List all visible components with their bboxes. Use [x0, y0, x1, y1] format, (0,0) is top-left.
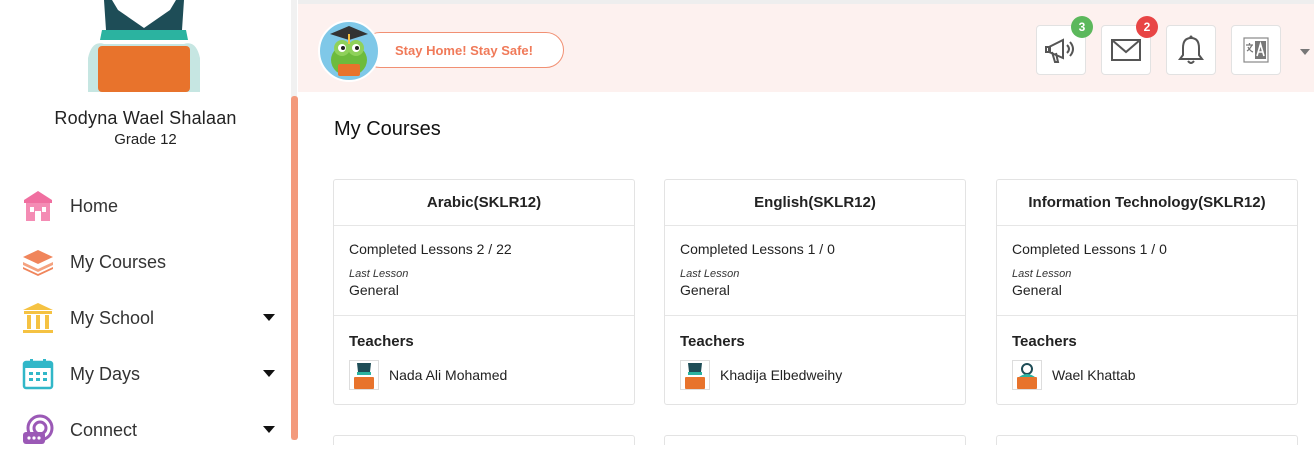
- user-avatar[interactable]: [84, 0, 204, 92]
- course-card-partial[interactable]: [664, 435, 966, 445]
- sidebar: Rodyna Wael Shalaan Grade 12 Home My Cou…: [0, 0, 297, 444]
- course-card-partial[interactable]: [996, 435, 1298, 445]
- translate-icon: [1243, 37, 1269, 63]
- home-icon: [22, 190, 54, 222]
- teacher-name: Khadija Elbedweihy: [720, 367, 843, 383]
- course-title[interactable]: Information Technology(SKLR12): [997, 180, 1297, 226]
- calendar-icon: [22, 358, 54, 390]
- chevron-down-icon[interactable]: [263, 314, 275, 321]
- teachers-heading: Teachers: [1012, 333, 1077, 350]
- teacher-name: Nada Ali Mohamed: [389, 367, 508, 383]
- last-lesson-value: General: [1012, 282, 1062, 298]
- sidebar-item-my-courses[interactable]: My Courses: [0, 234, 291, 290]
- sidebar-item-label: My Days: [70, 363, 141, 384]
- announcements-button[interactable]: 3: [1036, 16, 1093, 75]
- completed-lessons: Completed Lessons 1 / 0: [1012, 241, 1167, 257]
- last-lesson-label: Last Lesson: [680, 268, 740, 280]
- course-progress: Completed Lessons 2 / 22 Last Lesson Gen…: [334, 226, 634, 316]
- course-progress: Completed Lessons 1 / 0 Last Lesson Gene…: [997, 226, 1297, 316]
- course-title[interactable]: Arabic(SKLR12): [334, 180, 634, 226]
- teacher-item[interactable]: Wael Khattab: [1012, 360, 1282, 390]
- sidebar-item-label: Connect: [70, 419, 138, 440]
- teachers-heading: Teachers: [680, 333, 745, 350]
- last-lesson-label: Last Lesson: [1012, 268, 1072, 280]
- envelope-icon: [1111, 39, 1141, 61]
- course-title[interactable]: English(SKLR12): [665, 180, 965, 226]
- announcements-badge: 3: [1071, 16, 1093, 38]
- teacher-avatar-icon: [680, 360, 710, 390]
- course-card[interactable]: English(SKLR12) Completed Lessons 1 / 0 …: [664, 179, 966, 405]
- stay-safe-banner[interactable]: Stay Home! Stay Safe!: [362, 32, 564, 68]
- header: Stay Home! Stay Safe! 3 2: [298, 4, 1314, 92]
- course-progress: Completed Lessons 1 / 0 Last Lesson Gene…: [665, 226, 965, 316]
- mascot-icon: [318, 20, 380, 82]
- sidebar-scrollbar[interactable]: [291, 96, 298, 440]
- megaphone-icon: [1045, 38, 1074, 63]
- messages-badge: 2: [1136, 16, 1158, 38]
- school-icon: [22, 302, 54, 334]
- sidebar-item-my-days[interactable]: My Days: [0, 346, 291, 402]
- main-content: My Courses Arabic(SKLR12) Completed Less…: [313, 96, 1314, 445]
- language-button[interactable]: [1231, 25, 1281, 75]
- teachers-section: Teachers Wael Khattab: [997, 316, 1297, 390]
- user-name: Rodyna Wael Shalaan: [54, 108, 237, 128]
- last-lesson-label: Last Lesson: [349, 268, 409, 280]
- sidebar-item-label: Home: [70, 195, 119, 216]
- completed-lessons: Completed Lessons 2 / 22: [349, 241, 512, 257]
- messages-button[interactable]: 2: [1101, 16, 1158, 75]
- chevron-down-icon[interactable]: [1300, 49, 1310, 55]
- courses-icon: [22, 246, 54, 278]
- teacher-avatar-icon: [1012, 360, 1042, 390]
- sidebar-item-label: My Courses: [70, 251, 167, 272]
- sidebar-item-my-school[interactable]: My School: [0, 290, 291, 346]
- sidebar-item-label: My School: [70, 307, 155, 328]
- course-card[interactable]: Arabic(SKLR12) Completed Lessons 2 / 22 …: [333, 179, 635, 405]
- chevron-down-icon[interactable]: [263, 370, 275, 377]
- teacher-avatar-icon: [349, 360, 379, 390]
- teachers-section: Teachers Nada Ali Mohamed: [334, 316, 634, 390]
- teachers-heading: Teachers: [349, 333, 414, 350]
- last-lesson-value: General: [680, 282, 730, 298]
- teacher-item[interactable]: Nada Ali Mohamed: [349, 360, 619, 390]
- sidebar-nav: Home My Courses My School My Days Connec…: [0, 178, 291, 458]
- last-lesson-value: General: [349, 282, 399, 298]
- teachers-section: Teachers Khadija Elbedweihy: [665, 316, 965, 390]
- notifications-button[interactable]: [1166, 25, 1216, 75]
- connect-icon: [22, 414, 54, 446]
- sidebar-item-connect[interactable]: Connect: [0, 402, 291, 458]
- user-grade: Grade 12: [114, 131, 177, 148]
- course-card[interactable]: Information Technology(SKLR12) Completed…: [996, 179, 1298, 405]
- page-title: My Courses: [334, 118, 441, 140]
- course-card-partial[interactable]: [333, 435, 635, 445]
- teacher-name: Wael Khattab: [1052, 367, 1136, 383]
- completed-lessons: Completed Lessons 1 / 0: [680, 241, 835, 257]
- teacher-item[interactable]: Khadija Elbedweihy: [680, 360, 950, 390]
- sidebar-item-home[interactable]: Home: [0, 178, 291, 234]
- chevron-down-icon[interactable]: [263, 426, 275, 433]
- bell-icon: [1178, 35, 1204, 64]
